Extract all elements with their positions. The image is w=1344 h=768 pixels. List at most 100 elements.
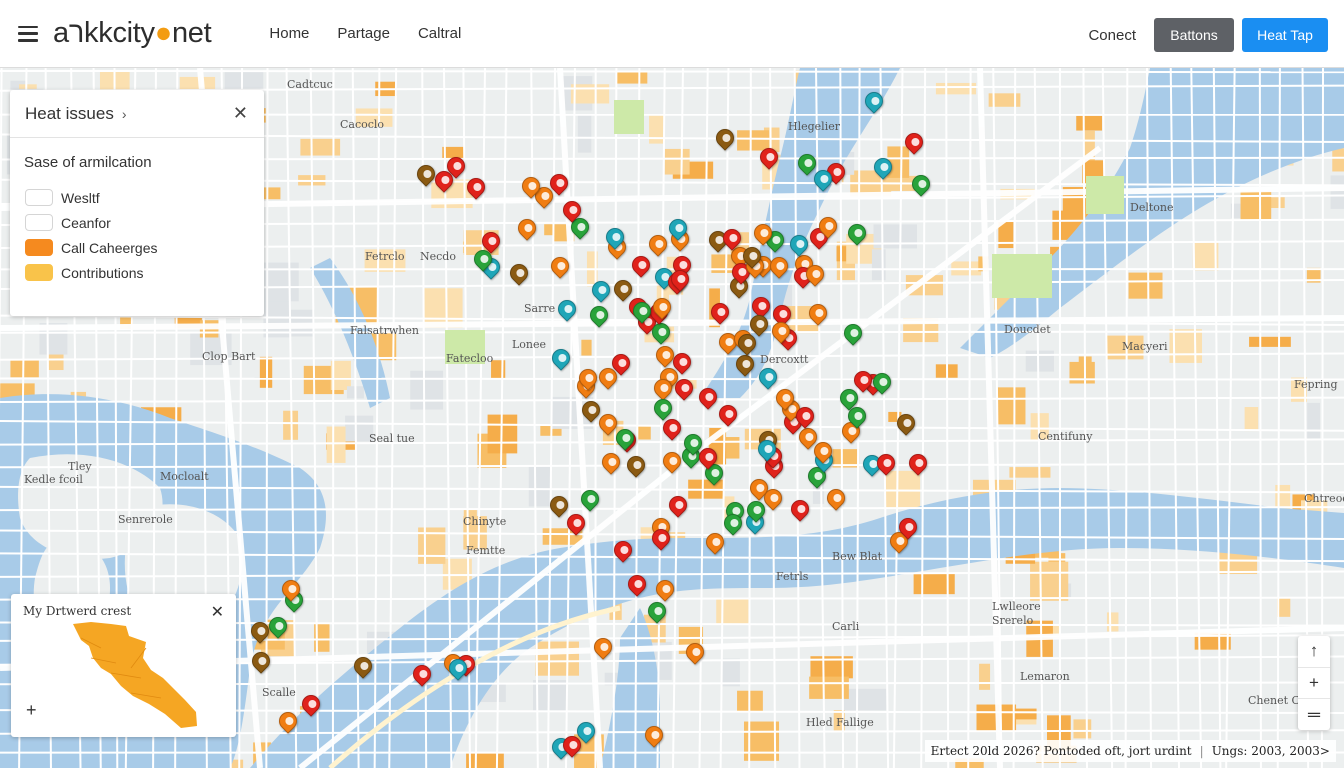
map-marker-pin[interactable] — [573, 717, 600, 746]
map-marker-pin[interactable] — [754, 436, 780, 464]
map-marker-pin[interactable] — [760, 485, 786, 513]
map-marker-pin[interactable] — [714, 401, 741, 429]
map-marker-pin[interactable] — [563, 510, 589, 538]
map-marker-pin[interactable] — [298, 691, 324, 719]
map-marker-pin[interactable] — [470, 245, 497, 274]
map-marker-pin[interactable] — [559, 197, 586, 225]
map-marker-pin[interactable] — [701, 529, 728, 557]
map-marker-pin[interactable] — [768, 318, 795, 346]
map-marker-pin[interactable] — [670, 374, 697, 403]
map-marker-pin[interactable] — [506, 259, 532, 288]
map-marker-pin[interactable] — [665, 492, 691, 520]
map-marker-pin[interactable] — [801, 261, 828, 289]
map-marker-pin[interactable] — [612, 425, 639, 453]
map-marker-pin[interactable] — [594, 410, 621, 438]
map-marker-pin[interactable] — [597, 448, 624, 477]
map-marker-pin[interactable] — [840, 320, 866, 348]
map-marker-pin[interactable] — [443, 153, 470, 181]
map-marker-pin[interactable] — [547, 344, 574, 373]
map-marker-pin[interactable] — [664, 215, 691, 243]
map-marker-pin[interactable] — [409, 660, 435, 689]
map-marker-pin[interactable] — [682, 639, 708, 667]
site-logo[interactable]: aרkkcity●net — [53, 17, 212, 50]
nav-home[interactable]: Home — [269, 25, 309, 42]
map-marker-pin[interactable] — [652, 342, 678, 370]
pan-up-icon[interactable]: ↑ — [1298, 636, 1330, 668]
map-marker-pin[interactable] — [895, 514, 921, 542]
map-marker-pin[interactable] — [750, 220, 776, 248]
map-marker-pin[interactable] — [546, 253, 573, 281]
map-marker-pin[interactable] — [870, 154, 896, 182]
map-marker-pin[interactable] — [739, 242, 765, 271]
map-marker-pin[interactable] — [463, 174, 489, 202]
close-icon[interactable]: ✕ — [233, 103, 248, 124]
map-marker-pin[interactable] — [908, 171, 934, 199]
legend-item-call-caheerges[interactable]: Call Caheerges — [25, 235, 264, 260]
map-marker-pin[interactable] — [905, 450, 931, 478]
map-marker-pin[interactable] — [578, 396, 604, 425]
legend-item-wesltf[interactable]: Wesltf — [25, 185, 264, 210]
map-marker-pin[interactable] — [514, 215, 541, 243]
map-marker-pin[interactable] — [786, 495, 813, 524]
map-marker-pin[interactable] — [785, 230, 812, 259]
map-marker-pin[interactable] — [413, 161, 439, 189]
map-marker-pin[interactable] — [628, 252, 654, 280]
map-marker-pin[interactable] — [695, 444, 721, 472]
map-marker-pin[interactable] — [649, 293, 675, 322]
map-marker-pin[interactable] — [893, 409, 919, 438]
map-marker-pin[interactable] — [720, 510, 747, 538]
map-marker-pin[interactable] — [648, 525, 674, 553]
map-marker-pin[interactable] — [791, 403, 818, 431]
map-marker-pin[interactable] — [755, 144, 782, 172]
panel-title[interactable]: Heat issues — [25, 104, 114, 124]
attribution-years[interactable]: Ungs: 2003, 2003> — [1212, 744, 1330, 758]
map-marker-pin[interactable] — [445, 654, 472, 683]
add-icon[interactable]: + — [26, 700, 37, 721]
connect-link[interactable]: Conect — [1088, 27, 1136, 44]
buttons-button[interactable]: Battons — [1154, 18, 1234, 52]
map-marker-pin[interactable] — [844, 219, 870, 248]
map-marker-pin[interactable] — [645, 231, 671, 259]
map-marker-pin[interactable] — [349, 653, 376, 681]
map-marker-pin[interactable] — [554, 295, 580, 324]
map-marker-pin[interactable] — [823, 485, 850, 513]
map-marker-pin[interactable] — [247, 648, 274, 676]
hamburger-menu-icon[interactable] — [18, 25, 38, 42]
map-marker-pin[interactable] — [755, 364, 781, 392]
map-marker-pin[interactable] — [644, 598, 671, 626]
map-marker-pin[interactable] — [872, 450, 899, 478]
map-marker-pin[interactable] — [712, 125, 738, 153]
map-marker-pin[interactable] — [278, 576, 304, 604]
map-marker-pin[interactable] — [719, 225, 746, 253]
map-marker-pin[interactable] — [658, 448, 685, 476]
map-marker-pin[interactable] — [707, 299, 733, 327]
map-marker-pin[interactable] — [743, 497, 769, 525]
map-marker-pin[interactable] — [732, 351, 758, 379]
heat-tap-button[interactable]: Heat Tap — [1242, 18, 1328, 52]
map-marker-pin[interactable] — [815, 213, 841, 241]
map-marker-pin[interactable] — [772, 385, 798, 413]
map-marker-pin[interactable] — [810, 166, 836, 194]
map-marker-pin[interactable] — [624, 571, 650, 599]
map-marker-pin[interactable] — [546, 491, 572, 520]
map-marker-pin[interactable] — [622, 452, 649, 480]
nav-partage[interactable]: Partage — [337, 25, 390, 42]
layers-menu-icon[interactable]: ═ — [1298, 699, 1330, 730]
map-marker-pin[interactable] — [247, 617, 273, 646]
zoom-in-button[interactable]: + — [1298, 668, 1330, 700]
map-marker-pin[interactable] — [766, 253, 792, 281]
map-marker-pin[interactable] — [275, 708, 301, 736]
chevron-right-icon[interactable]: › — [122, 106, 127, 122]
map-marker-pin[interactable] — [746, 311, 772, 339]
legend-item-ceanfor[interactable]: Ceanfor — [25, 210, 264, 235]
map-marker-pin[interactable] — [601, 224, 628, 252]
map-marker-pin[interactable] — [861, 87, 887, 116]
legend-item-contributions[interactable]: Contributions — [25, 260, 264, 285]
map-marker-pin[interactable] — [650, 395, 677, 423]
map-marker-pin[interactable] — [695, 384, 721, 412]
nav-caltral[interactable]: Caltral — [418, 25, 461, 42]
map-marker-pin[interactable] — [810, 438, 836, 466]
map-marker-pin[interactable] — [586, 302, 612, 330]
map-marker-pin[interactable] — [667, 266, 693, 294]
map-marker-pin[interactable] — [588, 276, 615, 305]
